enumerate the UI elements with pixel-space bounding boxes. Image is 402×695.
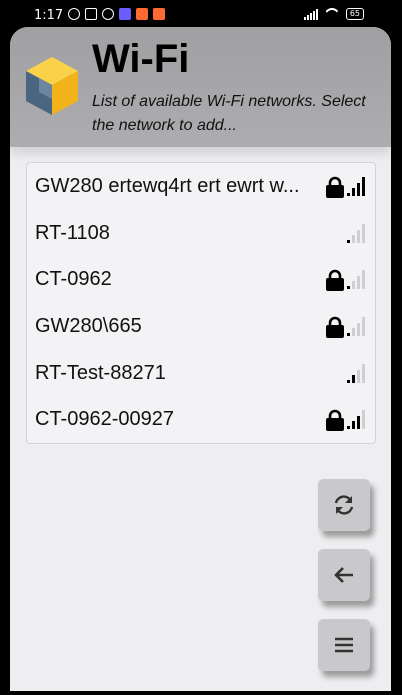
- status-bar: 1:17 65: [0, 0, 402, 30]
- status-system-icons: 65: [303, 8, 364, 20]
- signal-strength-icon: [347, 269, 367, 290]
- alarm-off-icon: [68, 8, 80, 20]
- arrow-left-icon: [334, 567, 353, 583]
- network-name: RT-Test-88271: [35, 361, 166, 384]
- network-row[interactable]: GW280\665: [27, 303, 375, 350]
- page-subtitle: List of available Wi-Fi networks. Select…: [92, 93, 366, 134]
- refresh-button[interactable]: [318, 479, 370, 531]
- hamburger-menu-icon: [335, 637, 353, 653]
- lock-icon: [326, 176, 344, 198]
- lock-icon: [326, 410, 344, 432]
- signal-strength-icon: [347, 316, 367, 337]
- network-row[interactable]: RT-1108: [27, 210, 375, 257]
- status-time: 1:17: [34, 8, 64, 23]
- app-notification-icon: [119, 8, 131, 20]
- network-name: GW280\665: [35, 314, 142, 337]
- app-logo-icon: [26, 57, 78, 115]
- network-name: CT-0962: [35, 268, 112, 291]
- refresh-icon: [334, 495, 354, 515]
- network-row[interactable]: RT-Test-88271: [27, 350, 375, 397]
- lock-icon: [326, 270, 344, 292]
- network-row[interactable]: CT-0962: [27, 256, 375, 303]
- cell-signal-icon: [303, 8, 318, 20]
- app-screen: Wi-Fi List of available Wi-Fi networks. …: [10, 27, 391, 691]
- wifi-status-icon: [324, 8, 340, 20]
- status-notification-icons: [68, 8, 165, 20]
- app-notification-icon: [136, 8, 148, 20]
- menu-button[interactable]: [318, 619, 370, 671]
- network-name: RT-1108: [35, 221, 110, 244]
- header: Wi-Fi List of available Wi-Fi networks. …: [10, 27, 391, 147]
- signal-strength-icon: [347, 409, 367, 430]
- page-title: Wi-Fi: [92, 37, 190, 81]
- app-notification-icon: [153, 8, 165, 20]
- network-name: GW280 ertewq4rt ert ewrt w...: [35, 174, 300, 197]
- signal-strength-icon: [347, 223, 367, 243]
- back-button[interactable]: [318, 549, 370, 601]
- network-row[interactable]: CT-0962-00927: [27, 396, 375, 443]
- lock-icon: [326, 316, 344, 339]
- nfc-icon: [85, 8, 97, 20]
- network-list: GW280 ertewq4rt ert ewrt w... RT-1108 CT-0…: [26, 162, 376, 445]
- network-row[interactable]: GW280 ertewq4rt ert ewrt w...: [27, 163, 375, 210]
- signal-strength-icon: [347, 176, 367, 196]
- battery-icon: 65: [345, 8, 364, 20]
- signal-strength-icon: [347, 363, 367, 383]
- headphones-icon: [102, 8, 114, 20]
- network-name: CT-0962-00927: [35, 408, 174, 431]
